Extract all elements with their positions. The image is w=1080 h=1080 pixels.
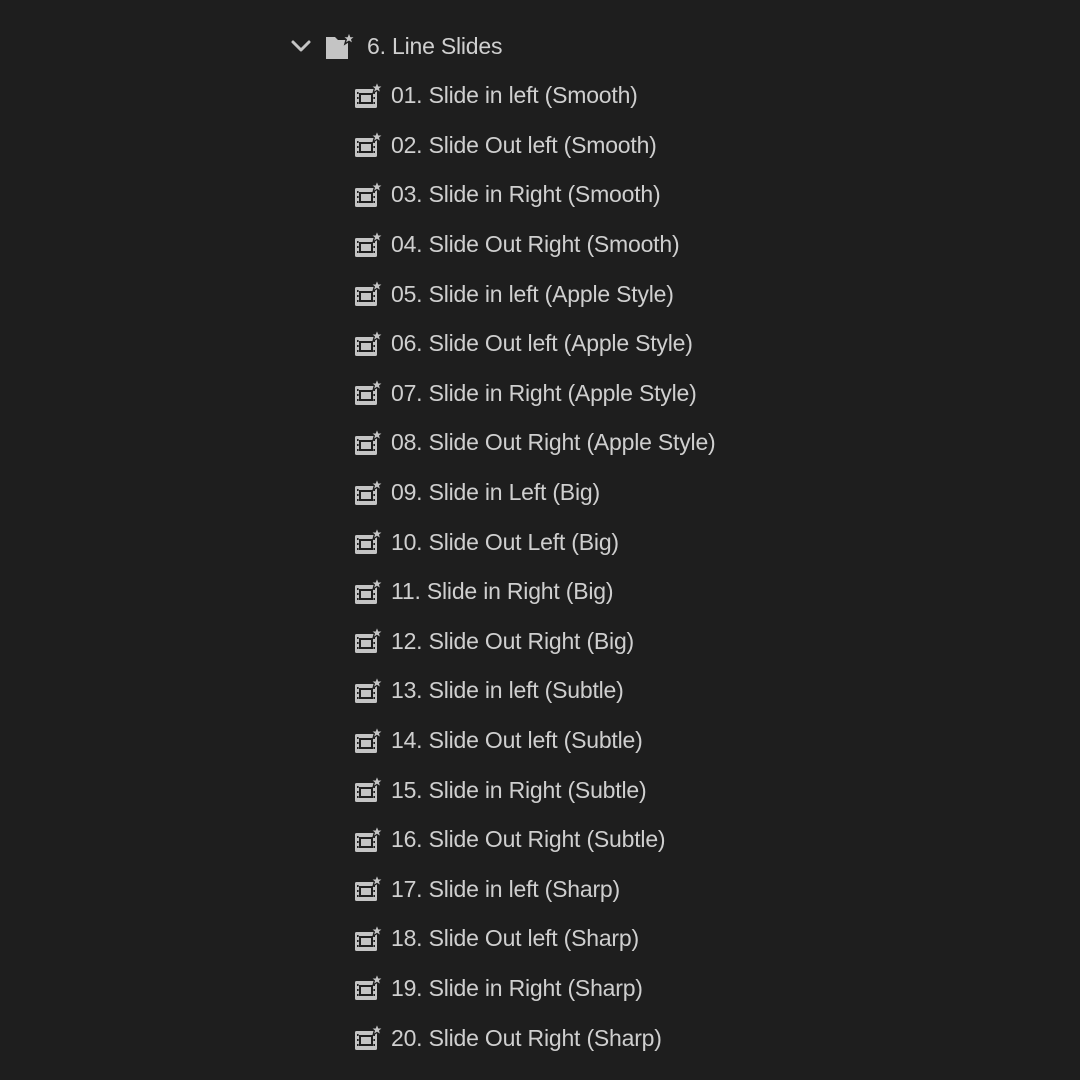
preset-item[interactable]: 07. Slide in Right (Apple Style) [352, 369, 716, 419]
preset-item[interactable]: 12. Slide Out Right (Big) [352, 617, 716, 667]
preset-list: 01. Slide in left (Smooth) 02. Slide Out… [352, 71, 716, 1063]
preset-item-label: 10. Slide Out Left (Big) [391, 528, 619, 555]
preset-item[interactable]: 03. Slide in Right (Smooth) [352, 170, 716, 220]
preset-item-label: 17. Slide in left (Sharp) [391, 875, 620, 902]
effect-preset-icon [352, 526, 384, 558]
effect-preset-icon [352, 377, 384, 409]
preset-item-label: 03. Slide in Right (Smooth) [391, 181, 661, 208]
preset-item[interactable]: 14. Slide Out left (Subtle) [352, 716, 716, 766]
preset-item-label: 04. Slide Out Right (Smooth) [391, 231, 680, 258]
effect-preset-icon [352, 80, 384, 112]
preset-item[interactable]: 04. Slide Out Right (Smooth) [352, 220, 716, 270]
effect-preset-icon [352, 625, 384, 657]
preset-item-label: 20. Slide Out Right (Sharp) [391, 1024, 662, 1051]
effect-preset-icon [352, 179, 384, 211]
preset-item-label: 07. Slide in Right (Apple Style) [391, 379, 697, 406]
preset-item[interactable]: 16. Slide Out Right (Subtle) [352, 815, 716, 865]
preset-item[interactable]: 15. Slide in Right (Subtle) [352, 765, 716, 815]
effect-preset-icon [352, 923, 384, 955]
preset-item-label: 13. Slide in left (Subtle) [391, 677, 624, 704]
effect-preset-icon [352, 328, 384, 360]
effect-preset-icon [352, 427, 384, 459]
preset-item[interactable]: 09. Slide in Left (Big) [352, 468, 716, 518]
preset-item[interactable]: 08. Slide Out Right (Apple Style) [352, 418, 716, 468]
preset-item-label: 05. Slide in left (Apple Style) [391, 280, 674, 307]
preset-item[interactable]: 13. Slide in left (Subtle) [352, 666, 716, 716]
preset-item[interactable]: 17. Slide in left (Sharp) [352, 865, 716, 915]
effects-tree: 6. Line Slides 01. Slide in left (Smooth… [0, 0, 1080, 1080]
preset-item-label: 18. Slide Out left (Sharp) [391, 925, 639, 952]
preset-item[interactable]: 05. Slide in left (Apple Style) [352, 269, 716, 319]
effect-preset-icon [352, 576, 384, 608]
preset-item[interactable]: 18. Slide Out left (Sharp) [352, 914, 716, 964]
effect-preset-icon [352, 229, 384, 261]
preset-item[interactable]: 11. Slide in Right (Big) [352, 567, 716, 617]
effect-preset-icon [352, 725, 384, 757]
preset-item-label: 15. Slide in Right (Subtle) [391, 776, 647, 803]
preset-item-label: 12. Slide Out Right (Big) [391, 627, 635, 654]
preset-item-label: 14. Slide Out left (Subtle) [391, 727, 643, 754]
preset-item-label: 02. Slide Out left (Smooth) [391, 131, 657, 158]
effect-preset-icon [352, 477, 384, 509]
effect-preset-icon [352, 278, 384, 310]
preset-item-label: 09. Slide in Left (Big) [391, 479, 600, 506]
preset-item[interactable]: 20. Slide Out Right (Sharp) [352, 1013, 716, 1063]
preset-item[interactable]: 10. Slide Out Left (Big) [352, 517, 716, 567]
folder-row-line-slides[interactable]: 6. Line Slides [286, 26, 502, 66]
effect-preset-icon [352, 675, 384, 707]
preset-item[interactable]: 06. Slide Out left (Apple Style) [352, 319, 716, 369]
preset-item[interactable]: 02. Slide Out left (Smooth) [352, 121, 716, 171]
effect-preset-icon [352, 774, 384, 806]
preset-item[interactable]: 01. Slide in left (Smooth) [352, 71, 716, 121]
preset-item-label: 08. Slide Out Right (Apple Style) [391, 429, 716, 456]
chevron-down-icon[interactable] [286, 26, 316, 66]
preset-item-label: 11. Slide in Right (Big) [391, 578, 614, 605]
preset-item-label: 16. Slide Out Right (Subtle) [391, 826, 666, 853]
preset-item-label: 01. Slide in left (Smooth) [391, 82, 638, 109]
folder-label: 6. Line Slides [367, 32, 503, 59]
effect-preset-icon [352, 972, 384, 1004]
preset-item[interactable]: 19. Slide in Right (Sharp) [352, 964, 716, 1014]
preset-item-label: 06. Slide Out left (Apple Style) [391, 330, 693, 357]
preset-item-label: 19. Slide in Right (Sharp) [391, 974, 643, 1001]
effect-preset-icon [352, 1022, 384, 1054]
effect-preset-icon [352, 824, 384, 856]
effect-preset-icon [352, 873, 384, 905]
bin-folder-star-icon [324, 30, 358, 62]
effect-preset-icon [352, 129, 384, 161]
